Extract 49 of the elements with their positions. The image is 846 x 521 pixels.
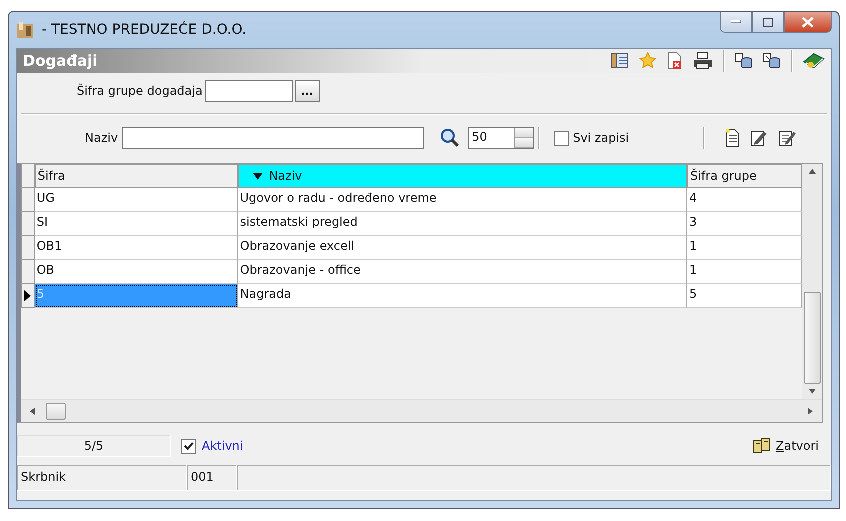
maximize-button[interactable] <box>752 12 784 33</box>
checkbox[interactable] <box>181 438 196 454</box>
printer-icon[interactable] <box>693 52 713 70</box>
star-icon[interactable] <box>639 52 657 70</box>
status-field: Skrbnik <box>17 465 187 491</box>
minimize-icon <box>731 20 741 24</box>
edit-document-icon[interactable] <box>751 129 770 147</box>
field-label: Naziv <box>85 131 118 145</box>
panel-title: Događaji <box>23 52 99 70</box>
checkbox-label: Aktivni <box>202 439 244 453</box>
column-header[interactable]: Šifra <box>34 164 238 188</box>
scroll-thumb[interactable] <box>46 402 66 420</box>
row-indicator[interactable] <box>21 284 35 308</box>
new-document-icon[interactable] <box>725 128 742 148</box>
scroll-down-arrow-icon[interactable] <box>808 388 816 395</box>
record-count: 5/5 <box>17 435 171 457</box>
scroll-right-arrow-icon[interactable] <box>807 408 814 414</box>
field-label: Šifra grupe događaja <box>77 84 203 98</box>
column-header[interactable]: Naziv <box>238 164 688 188</box>
edit-list-icon[interactable] <box>779 129 798 147</box>
scroll-thumb[interactable] <box>804 292 820 384</box>
database-icon[interactable] <box>763 52 781 70</box>
window-title: - TESTNO PREDUZEĆE D.O.O. <box>42 22 248 38</box>
close-book-icon <box>752 437 772 455</box>
checkbox-label: Svi zapisi <box>573 131 630 145</box>
table-cell[interactable]: Nagrada <box>238 284 688 308</box>
browse-button[interactable]: ... <box>294 80 320 102</box>
database-icon[interactable] <box>735 52 753 70</box>
delete-document-icon[interactable] <box>667 52 683 70</box>
checkbox[interactable] <box>554 130 570 146</box>
minimize-button[interactable] <box>720 12 752 33</box>
scroll-up-arrow-icon[interactable] <box>808 168 816 175</box>
sort-icon <box>253 172 264 180</box>
status-field: 001 <box>187 465 237 491</box>
app-icon <box>16 21 34 39</box>
input-field[interactable] <box>204 80 293 102</box>
page-size-spinner[interactable]: 50 <box>468 127 534 149</box>
close-button[interactable] <box>784 12 832 33</box>
scroll-left-arrow-icon[interactable] <box>29 408 36 414</box>
vertical-scrollbar[interactable] <box>802 164 822 399</box>
table-icon[interactable] <box>611 53 629 69</box>
search-field[interactable] <box>122 127 424 149</box>
close-window-button[interactable]: Zatvori <box>746 436 825 456</box>
close-icon <box>802 16 814 28</box>
horizontal-scrollbar[interactable] <box>21 399 822 422</box>
maximize-icon <box>763 18 773 26</box>
column-header[interactable]: Šifra grupe <box>687 164 802 188</box>
search-icon[interactable] <box>440 128 460 148</box>
help-book-icon[interactable] <box>803 52 825 70</box>
